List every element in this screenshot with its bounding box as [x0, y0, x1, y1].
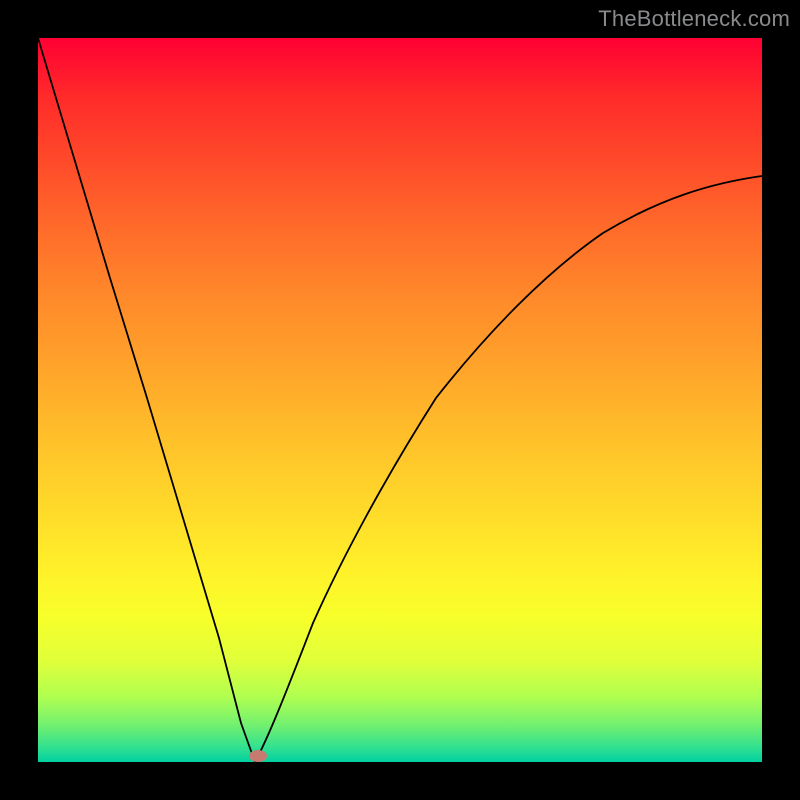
minimum-marker [249, 750, 267, 762]
chart-frame: TheBottleneck.com [0, 0, 800, 800]
watermark-text: TheBottleneck.com [598, 6, 790, 32]
plot-area [38, 38, 762, 762]
curve-layer [38, 38, 762, 762]
bottleneck-curve [38, 38, 762, 762]
